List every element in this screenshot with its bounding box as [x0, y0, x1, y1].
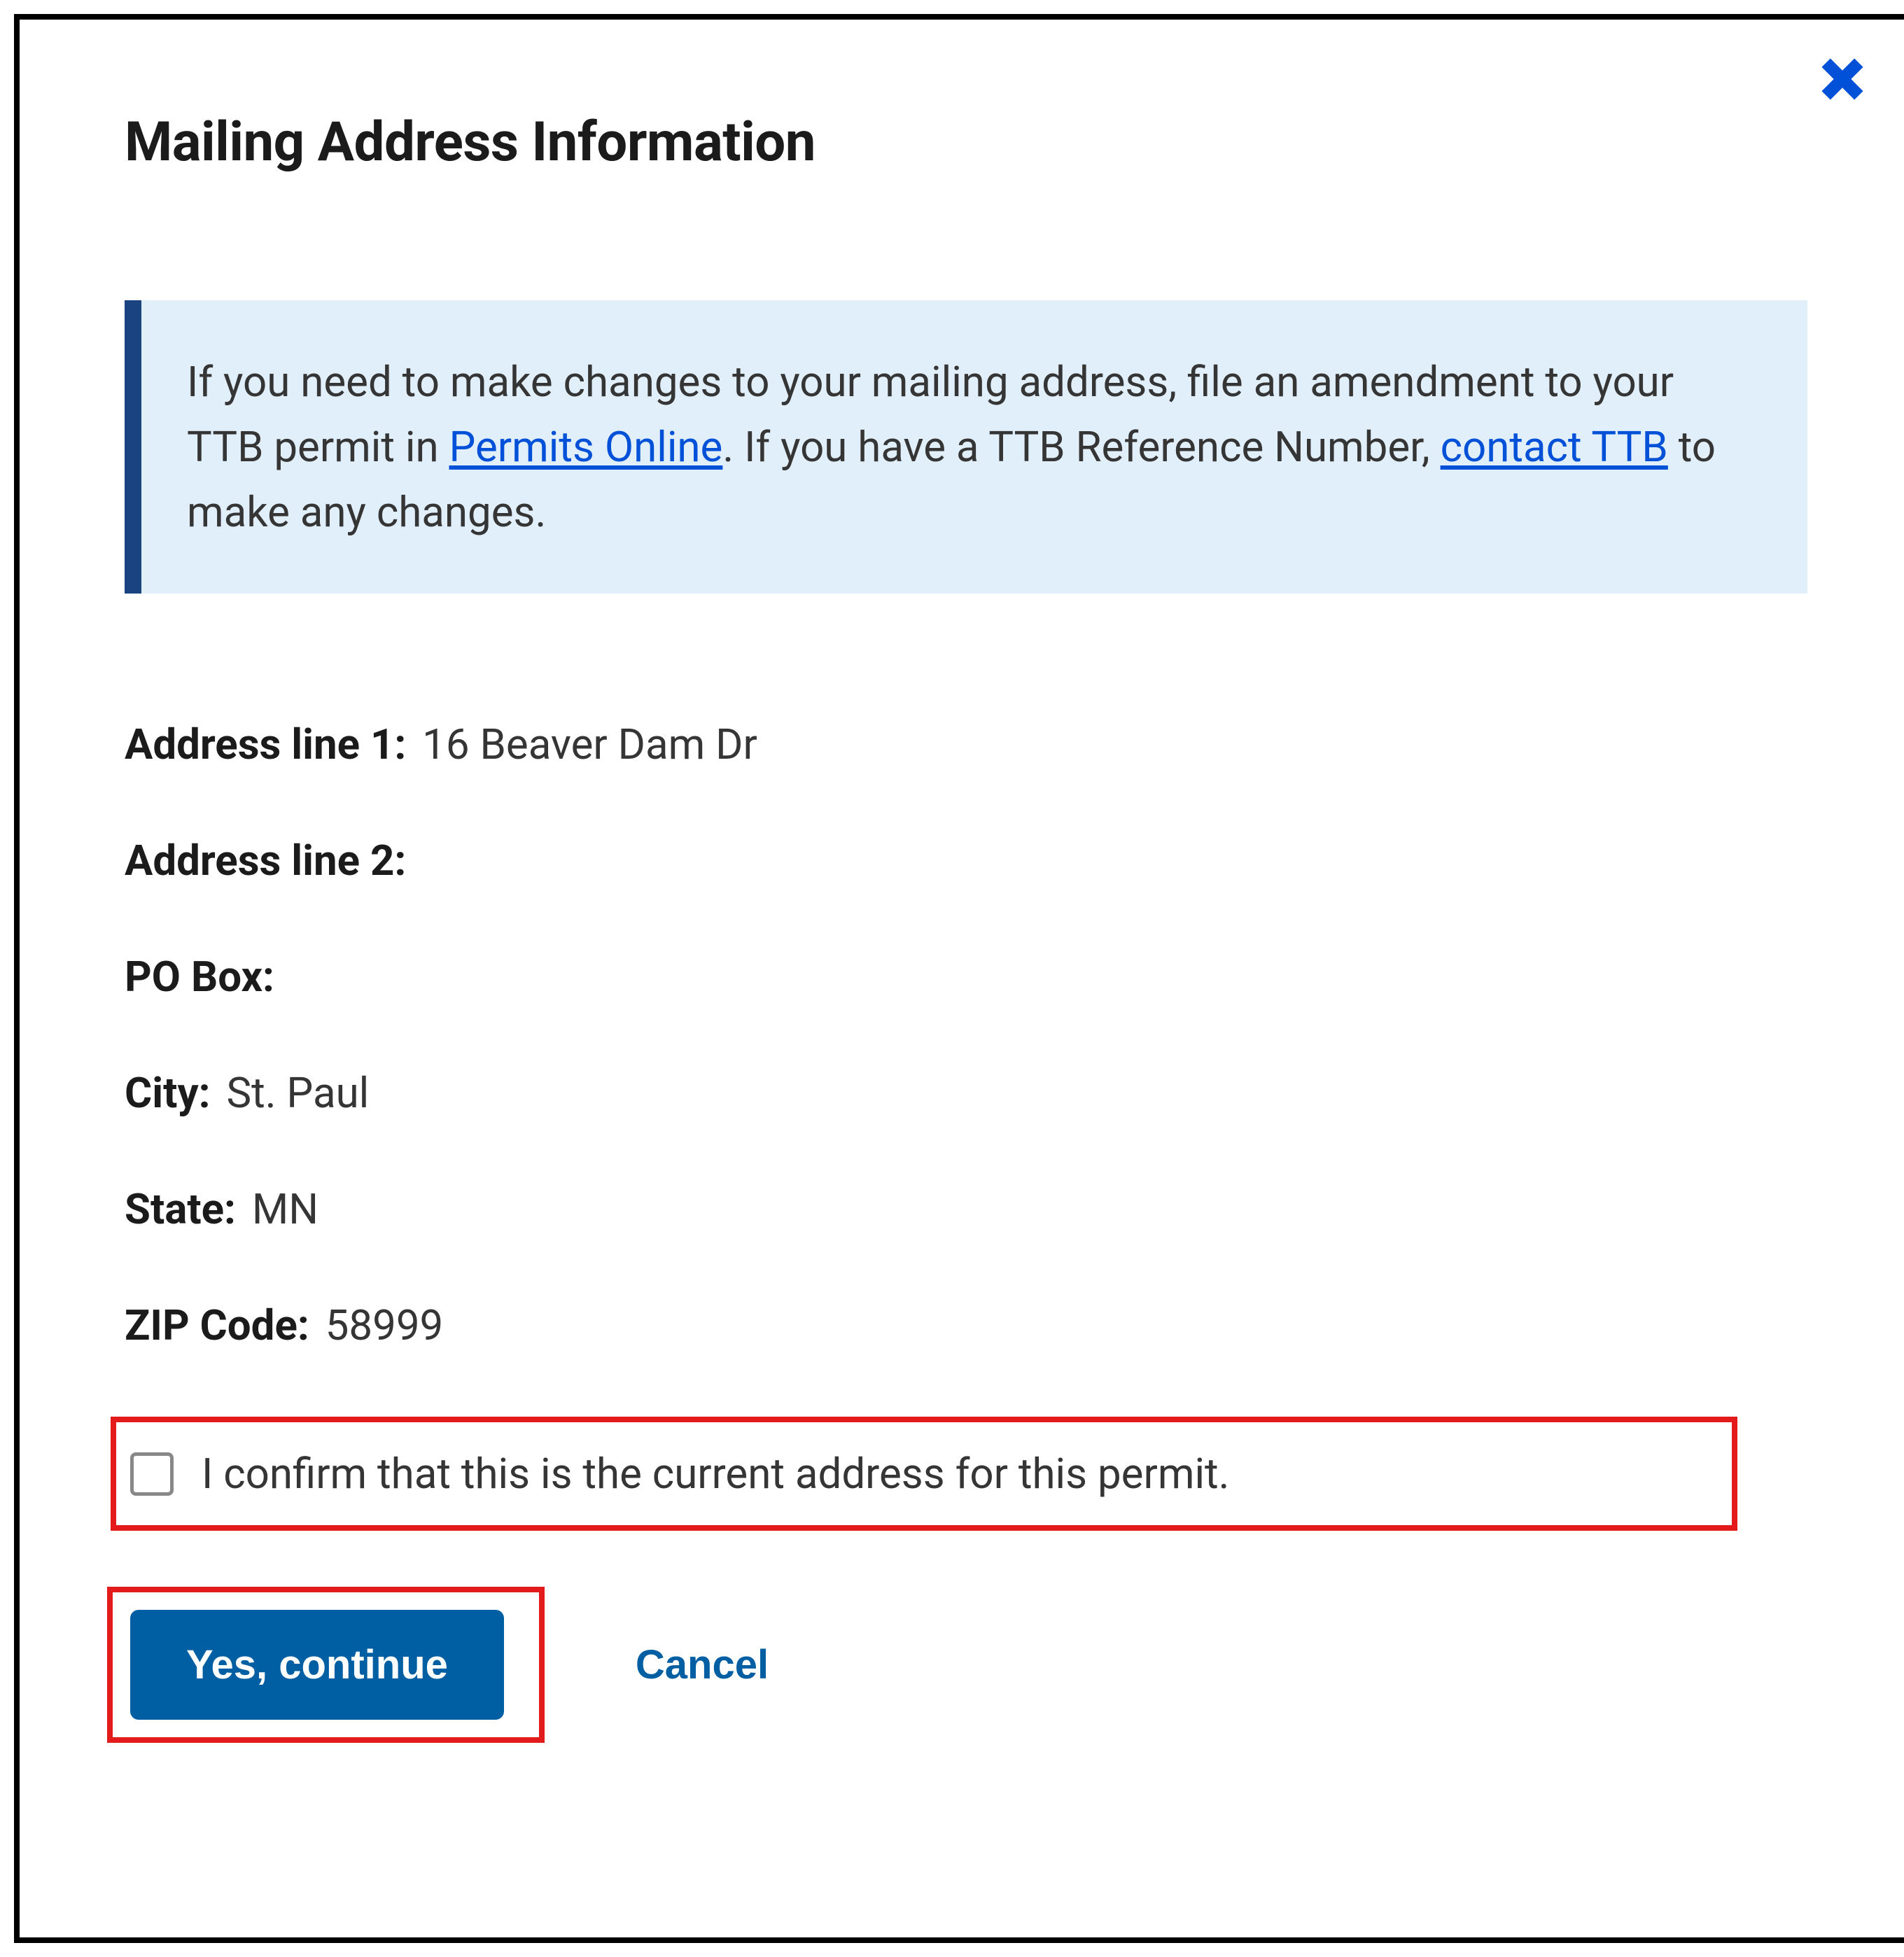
po-box-label: PO Box:	[125, 952, 274, 1002]
address-line-1-row: Address line 1: 16 Beaver Dam Dr	[125, 720, 1807, 769]
close-icon	[1818, 55, 1867, 104]
button-row: Yes, continue Cancel	[125, 1587, 1807, 1743]
address-line-1-label: Address line 1:	[125, 720, 406, 769]
state-label: State:	[125, 1184, 236, 1234]
info-text-2: . If you have a TTB Reference Number,	[722, 422, 1440, 472]
cancel-button[interactable]: Cancel	[636, 1641, 769, 1688]
po-box-row: PO Box:	[125, 952, 1807, 1002]
confirm-address-checkbox[interactable]	[130, 1452, 174, 1496]
contact-ttb-link[interactable]: contact TTB	[1441, 422, 1668, 472]
modal-title: Mailing Address Information	[125, 111, 1807, 174]
address-line-2-row: Address line 2:	[125, 836, 1807, 885]
state-row: State: MN	[125, 1184, 1807, 1234]
zip-label: ZIP Code:	[125, 1300, 309, 1350]
address-line-1-value: 16 Beaver Dam Dr	[422, 720, 757, 769]
zip-row: ZIP Code: 58999	[125, 1300, 1807, 1350]
confirm-checkbox-highlight: I confirm that this is the current addre…	[111, 1417, 1737, 1531]
mailing-address-modal: Mailing Address Information If you need …	[14, 14, 1904, 1943]
close-button[interactable]	[1814, 51, 1870, 107]
confirm-address-label: I confirm that this is the current addre…	[202, 1449, 1229, 1499]
zip-value: 58999	[326, 1300, 444, 1350]
city-row: City: St. Paul	[125, 1068, 1807, 1118]
city-value: St. Paul	[226, 1068, 369, 1118]
info-alert: If you need to make changes to your mail…	[125, 300, 1807, 594]
permits-online-link[interactable]: Permits Online	[449, 422, 723, 472]
state-value: MN	[252, 1184, 318, 1234]
city-label: City:	[125, 1068, 211, 1118]
yes-continue-button[interactable]: Yes, continue	[130, 1610, 504, 1720]
address-line-2-label: Address line 2:	[125, 836, 406, 885]
continue-button-highlight: Yes, continue	[107, 1587, 545, 1743]
